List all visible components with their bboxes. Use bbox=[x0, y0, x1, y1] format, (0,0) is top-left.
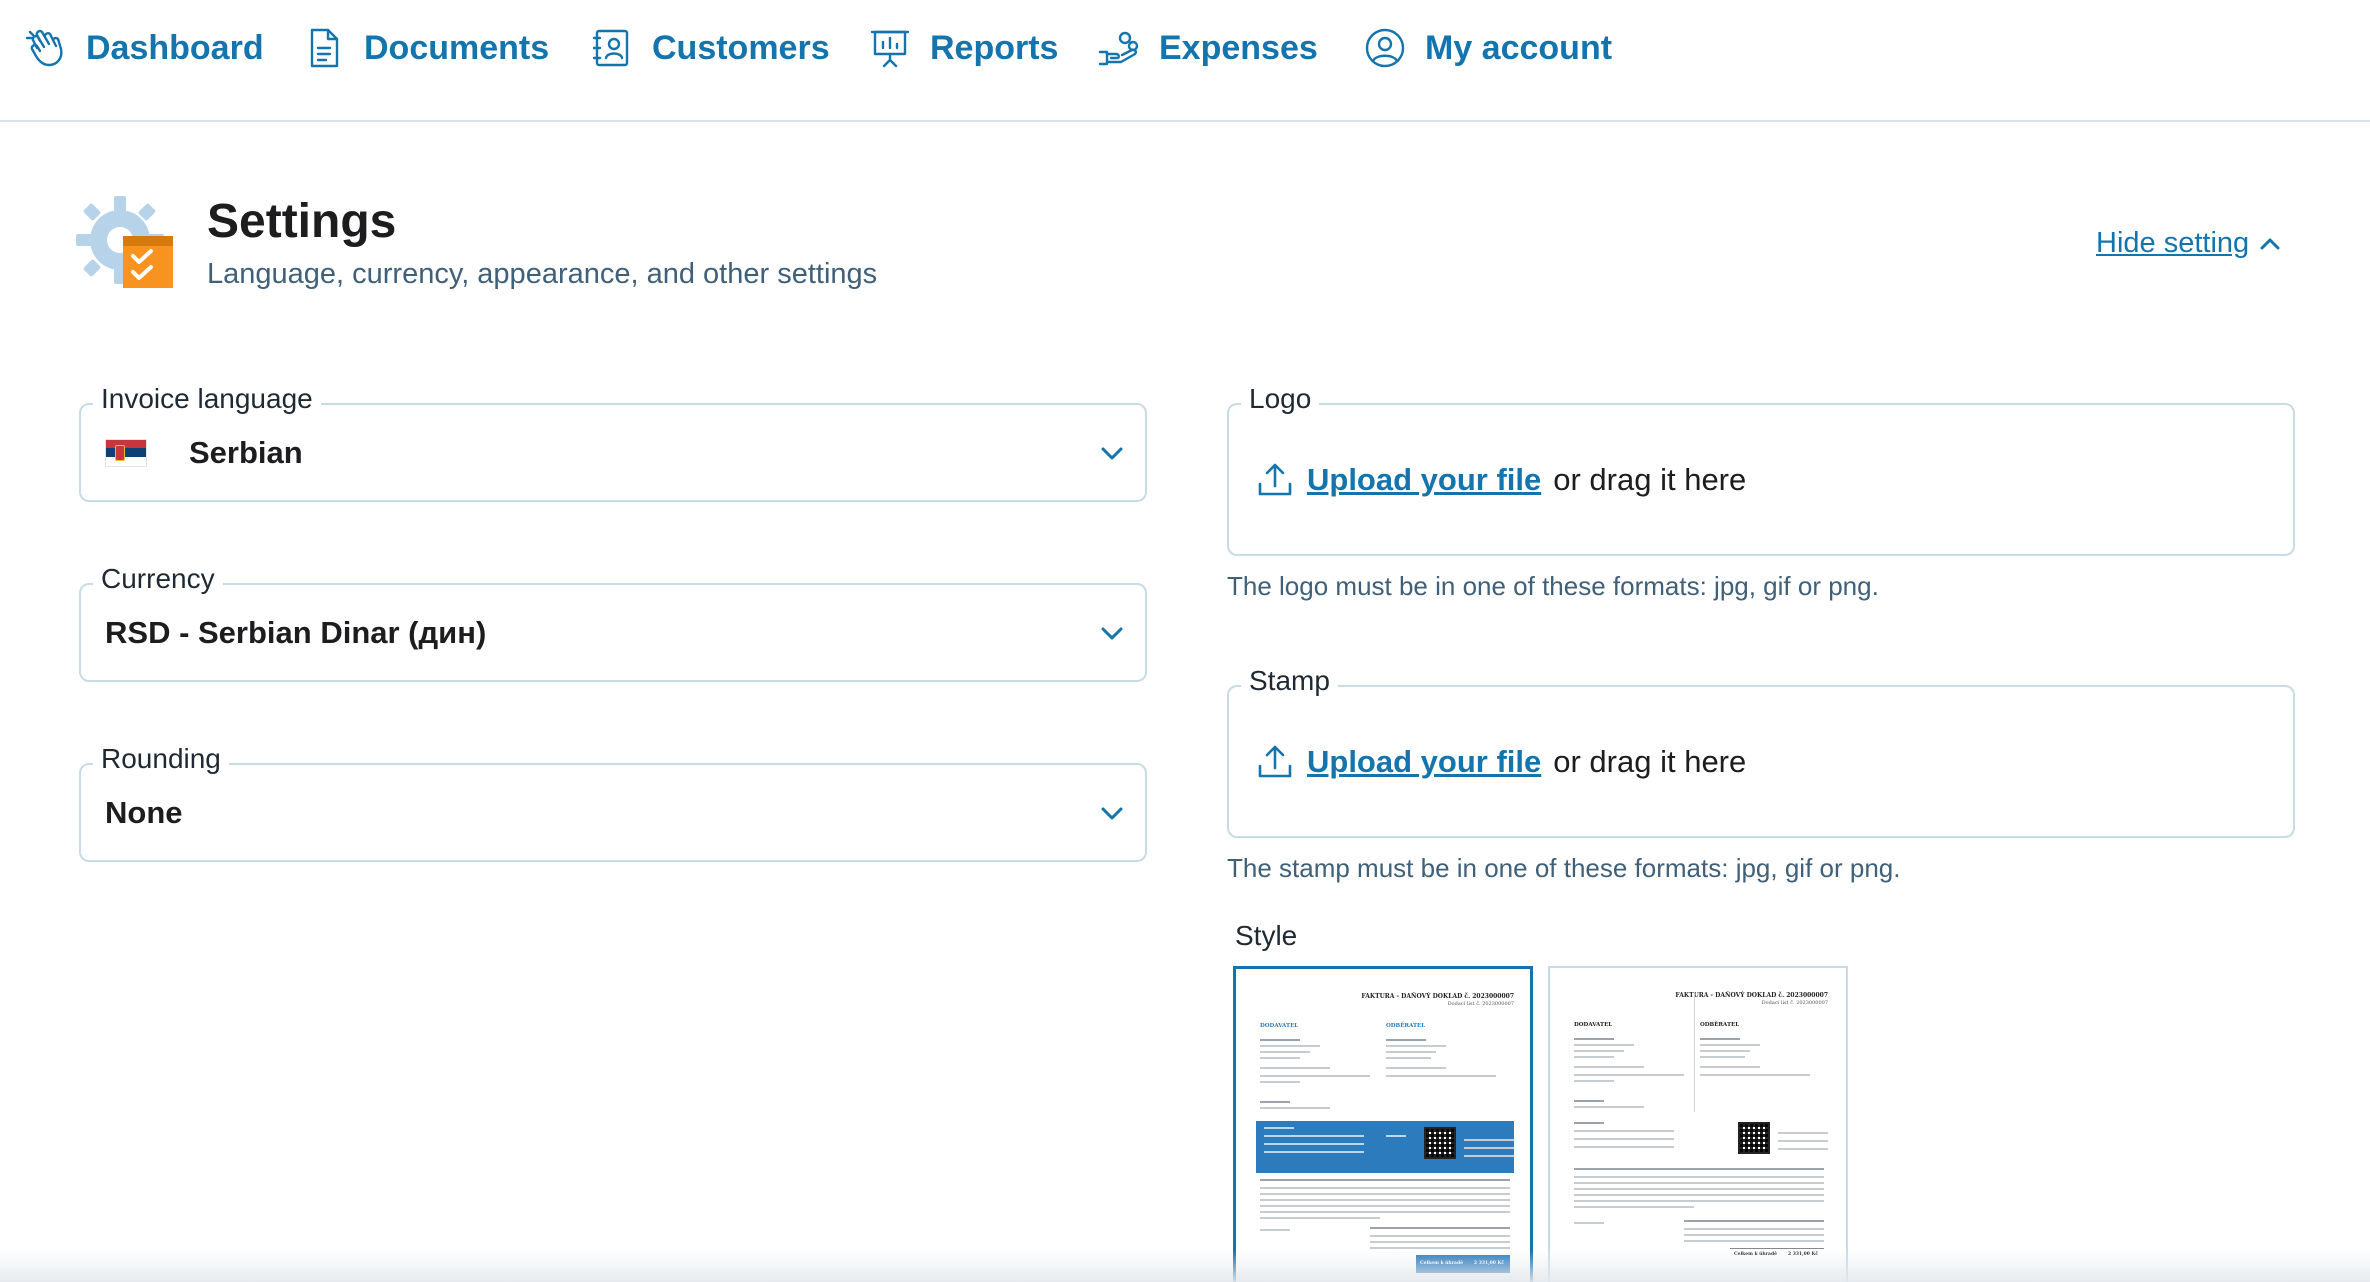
rounding-value-wrap: None bbox=[105, 765, 183, 860]
presentation-chart-icon bbox=[870, 30, 910, 68]
currency-select[interactable]: Currency RSD - Serbian Dinar (дин) bbox=[79, 563, 1147, 682]
upload-icon bbox=[1258, 745, 1292, 777]
rounding-value: None bbox=[105, 794, 183, 830]
hide-setting-label: Hide setting bbox=[2096, 227, 2250, 259]
hide-setting-link[interactable]: Hide setting bbox=[2096, 227, 2283, 260]
bottom-fade bbox=[0, 1250, 2370, 1282]
style-label: Style bbox=[1235, 920, 1298, 951]
chevron-down-icon[interactable] bbox=[1097, 438, 1127, 468]
invoice-language-select[interactable]: Invoice language Serbian bbox=[79, 383, 1147, 502]
hand-wave-icon bbox=[25, 29, 63, 67]
preview-customer: ODBĚRATEL bbox=[1386, 1023, 1426, 1029]
chevron-down-icon[interactable] bbox=[1097, 798, 1127, 828]
preview-total-label: Celkem k úhradě bbox=[1420, 1261, 1463, 1266]
nav-customers-label: Customers bbox=[652, 28, 830, 67]
nav-customers[interactable]: Customers bbox=[590, 22, 830, 74]
settings-gear-icon bbox=[76, 196, 173, 288]
preview-total-amount: 2 331,00 Kč bbox=[1474, 1261, 1505, 1266]
logo-hint: The logo must be in one of these formats… bbox=[1227, 571, 1879, 601]
preview-total-box bbox=[1730, 1248, 1824, 1266]
stamp-upload-rest: or drag it here bbox=[1553, 743, 1747, 779]
stamp-upload-row: Upload your file or drag it here bbox=[1255, 687, 1746, 836]
serbia-flag-icon bbox=[105, 438, 147, 467]
preview-title: FAKTURA - DAŇOVÝ DOKLAD č. 2023000007 bbox=[1361, 993, 1514, 1000]
preview-supplier: DODAVATEL bbox=[1574, 1022, 1613, 1028]
invoice-preview: FAKTURA - DAŇOVÝ DOKLAD č. 2023000007 Do… bbox=[1250, 983, 1520, 1282]
style-thumbnail-plain[interactable]: FAKTURA - DAŇOVÝ DOKLAD č. 2023000007 Do… bbox=[1548, 966, 1848, 1282]
currency-value-wrap: RSD - Serbian Dinar (дин) bbox=[105, 585, 486, 680]
style-thumbnail-blue[interactable]: FAKTURA - DAŇOVÝ DOKLAD č. 2023000007 Do… bbox=[1233, 966, 1533, 1282]
preview-subtitle: Dodací list č. 2023000007 bbox=[1447, 1001, 1514, 1007]
page-title: Settings bbox=[207, 195, 397, 248]
stamp-upload-link[interactable]: Upload your file bbox=[1307, 744, 1541, 780]
invoice-preview: FAKTURA - DAŇOVÝ DOKLAD č. 2023000007 Do… bbox=[1564, 982, 1834, 1282]
stamp-hint: The stamp must be in one of these format… bbox=[1227, 853, 1901, 883]
invoice-language-value: Serbian bbox=[189, 434, 303, 470]
contact-book-icon bbox=[592, 29, 629, 67]
rounding-select[interactable]: Rounding None bbox=[79, 743, 1147, 862]
logo-upload-rest: or drag it here bbox=[1553, 461, 1747, 497]
preview-title: FAKTURA - DAŇOVÝ DOKLAD č. 2023000007 bbox=[1675, 992, 1828, 999]
preview-total-amount: 2 331,00 Kč bbox=[1788, 1252, 1819, 1257]
nav-expenses-label: Expenses bbox=[1159, 28, 1318, 67]
document-icon bbox=[310, 28, 339, 68]
chevron-up-icon bbox=[2260, 238, 2280, 249]
nav-expenses[interactable]: Expenses bbox=[1097, 22, 1318, 74]
nav-my-account[interactable]: My account bbox=[1363, 22, 1612, 74]
top-navigation: Dashboard Documents Customers Reports Ex… bbox=[0, 0, 2370, 122]
nav-dashboard[interactable]: Dashboard bbox=[24, 22, 264, 74]
upload-icon bbox=[1258, 463, 1292, 495]
nav-documents[interactable]: Documents bbox=[302, 22, 549, 74]
preview-supplier: DODAVATEL bbox=[1260, 1023, 1299, 1029]
stamp-dropzone[interactable]: Stamp Upload your file or drag it here bbox=[1227, 665, 2295, 838]
nav-reports-label: Reports bbox=[930, 28, 1059, 67]
nav-documents-label: Documents bbox=[364, 28, 550, 67]
preview-subtitle: Dodací list č. 2023000007 bbox=[1761, 1000, 1828, 1006]
chevron-down-icon[interactable] bbox=[1097, 618, 1127, 648]
nav-dashboard-label: Dashboard bbox=[86, 28, 264, 67]
page-subtitle: Language, currency, appearance, and othe… bbox=[207, 258, 878, 290]
logo-upload-row: Upload your file or drag it here bbox=[1255, 405, 1746, 554]
logo-upload-link[interactable]: Upload your file bbox=[1307, 462, 1541, 498]
currency-value: RSD - Serbian Dinar (дин) bbox=[105, 614, 487, 650]
invoice-language-value-wrap: Serbian bbox=[105, 405, 303, 500]
preview-total-label: Celkem k úhradě bbox=[1734, 1252, 1777, 1257]
logo-dropzone[interactable]: Logo Upload your file or drag it here bbox=[1227, 383, 2295, 556]
user-circle-icon bbox=[1365, 28, 1405, 68]
preview-customer: ODBĚRATEL bbox=[1700, 1022, 1740, 1028]
nav-my-account-label: My account bbox=[1425, 28, 1613, 67]
nav-reports[interactable]: Reports bbox=[868, 22, 1058, 74]
hand-coins-icon bbox=[1098, 31, 1139, 66]
